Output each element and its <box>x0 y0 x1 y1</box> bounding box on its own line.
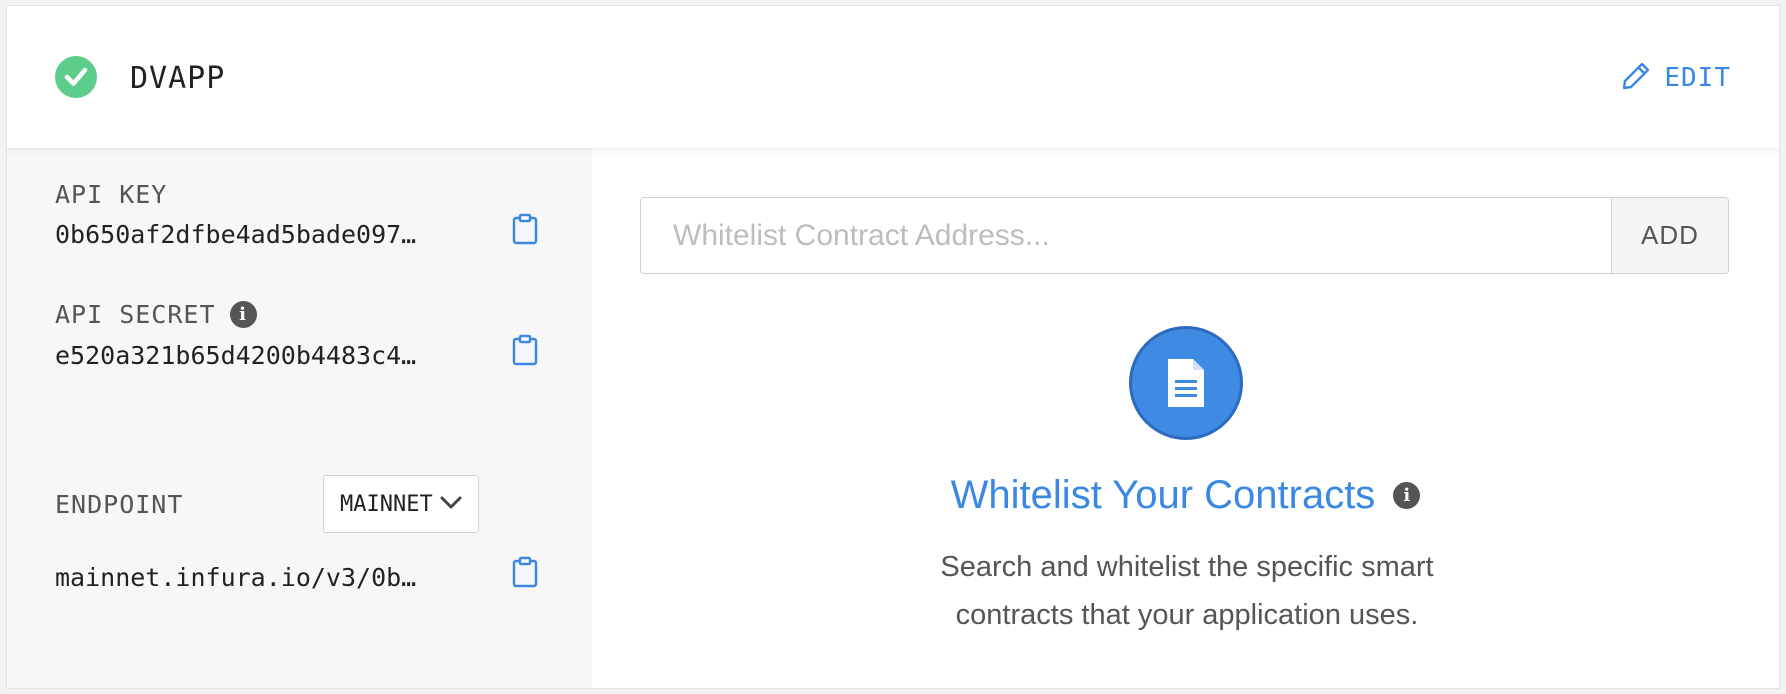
contract-address-input[interactable] <box>641 198 1611 273</box>
network-select-value: MAINNET <box>340 492 433 517</box>
endpoint-label-text: ENDPOINT <box>55 490 184 519</box>
document-icon <box>1129 326 1243 440</box>
copy-endpoint-button[interactable] <box>512 556 538 588</box>
copy-api-secret-button[interactable] <box>512 334 538 366</box>
api-key-label-text: API KEY <box>55 180 168 209</box>
credentials-panel: API KEY 0b650af2dfbe4ad5bade097… API SEC… <box>7 148 592 688</box>
info-icon[interactable]: i <box>229 301 257 328</box>
empty-state-title-text: Whitelist Your Contracts <box>950 473 1376 517</box>
api-secret-value: e520a321b65d4200b4483c4… <box>55 341 417 370</box>
empty-state-description: Search and whitelist the specific smart … <box>940 551 1434 631</box>
whitelist-panel: ADD Whitelist Your Contracts i Search an… <box>592 148 1779 688</box>
app-name: DVAPP <box>130 61 226 96</box>
clipboard-icon <box>512 334 538 366</box>
clipboard-icon <box>512 556 538 588</box>
check-circle-icon <box>55 56 97 98</box>
api-key-value: 0b650af2dfbe4ad5bade097… <box>55 220 417 249</box>
pencil-icon <box>1620 60 1652 97</box>
clipboard-icon <box>512 213 538 245</box>
endpoint-label: ENDPOINT <box>55 490 183 519</box>
info-icon[interactable]: i <box>1393 482 1421 509</box>
copy-api-key-button[interactable] <box>512 213 538 245</box>
empty-state-title: Whitelist Your Contracts i <box>592 473 1779 518</box>
api-secret-label-text: API SECRET <box>55 300 216 329</box>
api-key-label: API KEY <box>55 180 167 209</box>
add-button[interactable]: ADD <box>1611 198 1728 273</box>
edit-button[interactable]: EDIT <box>1620 58 1731 98</box>
chevron-down-icon <box>440 496 462 515</box>
project-card: DVAPP EDIT API KEY 0b650af2dfbe4ad5bade0… <box>6 5 1780 689</box>
project-header: DVAPP EDIT <box>7 6 1779 148</box>
edit-label: EDIT <box>1664 63 1731 93</box>
whitelist-search: ADD <box>640 197 1729 274</box>
endpoint-value: mainnet.infura.io/v3/0b… <box>55 563 417 592</box>
api-secret-label: API SECRET i <box>55 300 257 329</box>
network-select[interactable]: MAINNET <box>323 475 479 533</box>
